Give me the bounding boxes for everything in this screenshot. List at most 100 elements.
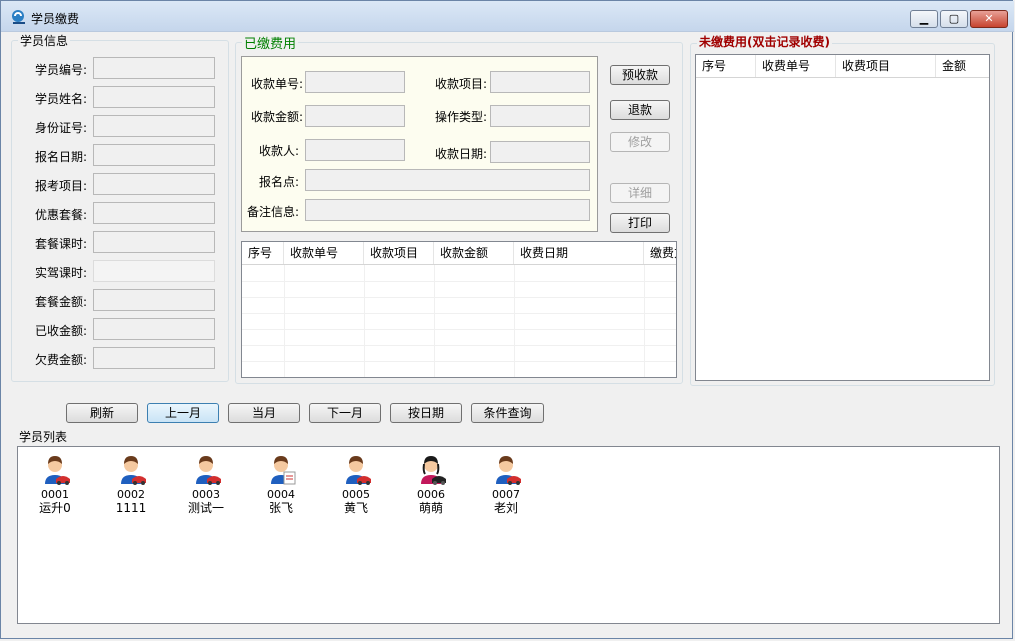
maximize-button[interactable]: ▢ <box>940 10 968 28</box>
student-info-title: 学员信息 <box>18 32 71 49</box>
table-column-line <box>644 265 645 377</box>
app-logo-icon <box>12 10 25 24</box>
student-field-input[interactable] <box>93 57 215 79</box>
student-field-input[interactable] <box>93 86 215 108</box>
student-list-panel[interactable]: 0001 运升0 0002 1111 0003 测试一 0004 张飞 0005 黄飞 0… <box>17 446 1000 624</box>
student-field-label: 套餐金额: <box>34 295 87 309</box>
date-field[interactable] <box>490 141 590 163</box>
query-button[interactable]: 条件查询 <box>471 403 544 423</box>
print-button[interactable]: 打印 <box>610 213 670 233</box>
student-name: 测试一 <box>187 501 224 515</box>
male-student-document-icon <box>265 453 297 485</box>
student-list-item[interactable]: 0003 测试一 <box>171 453 241 515</box>
receipt-no-field[interactable] <box>305 71 405 93</box>
unpaid-col-header[interactable]: 收费单号 <box>756 55 836 77</box>
student-id: 0004 <box>267 488 295 501</box>
site-field[interactable] <box>305 169 590 191</box>
male-student-car-icon <box>190 453 222 485</box>
paid-col-header[interactable]: 序号 <box>242 242 284 264</box>
student-id: 0006 <box>417 488 445 501</box>
student-name: 运升0 <box>39 501 71 515</box>
paid-col-header[interactable]: 收费日期 <box>514 242 644 264</box>
student-field-input[interactable] <box>93 318 215 340</box>
student-field-label: 身份证号: <box>34 121 87 135</box>
unpaid-col-header[interactable]: 金额 <box>936 55 989 77</box>
paid-col-header[interactable]: 收款金额 <box>434 242 514 264</box>
student-list-item[interactable]: 0001 运升0 <box>20 453 90 515</box>
prev-month-button[interactable]: 上一月 <box>147 403 219 423</box>
detail-button[interactable]: 详细 <box>610 183 670 203</box>
close-button[interactable]: ✕ <box>970 10 1008 28</box>
table-row <box>242 345 676 346</box>
item-field[interactable] <box>490 71 590 93</box>
student-list-item[interactable]: 0007 老刘 <box>471 453 541 515</box>
student-field-label: 优惠套餐: <box>34 208 87 222</box>
title-bar[interactable]: 学员缴费 ▁ ▢ ✕ <box>1 1 1014 32</box>
student-field-label: 已收金额: <box>34 324 87 338</box>
main-window: 学员缴费 ▁ ▢ ✕ 学员信息 学员编号: 学员姓名: 身份证号: 报名日期: 报考项目… <box>0 0 1014 639</box>
paid-fees-title: 已缴费用 <box>242 33 299 52</box>
payee-label: 收款人: <box>258 144 299 158</box>
student-field-input[interactable] <box>93 115 215 137</box>
remark-field[interactable] <box>305 199 590 221</box>
student-field-label: 学员编号: <box>34 63 87 77</box>
student-id: 0001 <box>41 488 69 501</box>
this-month-button[interactable]: 当月 <box>228 403 300 423</box>
table-column-line <box>514 265 515 377</box>
student-field-input[interactable] <box>93 144 215 166</box>
maximize-icon: ▢ <box>948 12 960 25</box>
table-row <box>242 329 676 330</box>
student-field-input[interactable] <box>93 260 215 282</box>
table-column-line <box>364 265 365 377</box>
paid-col-header[interactable]: 收款项目 <box>364 242 434 264</box>
student-field-label: 套餐课时: <box>34 237 87 251</box>
unpaid-col-header[interactable]: 收费项目 <box>836 55 936 77</box>
paid-col-header[interactable]: 收款单号 <box>284 242 364 264</box>
student-list-item[interactable]: 0005 黄飞 <box>321 453 391 515</box>
student-field-input[interactable] <box>93 231 215 253</box>
prepay-button[interactable]: 预收款 <box>610 65 670 85</box>
student-field-input[interactable] <box>93 173 215 195</box>
student-field-input[interactable] <box>93 202 215 224</box>
next-month-button[interactable]: 下一月 <box>309 403 381 423</box>
student-list-item[interactable]: 0002 1111 <box>96 453 166 515</box>
student-id: 0002 <box>117 488 145 501</box>
student-name: 黄飞 <box>343 501 368 515</box>
remark-label: 备注信息: <box>246 205 299 219</box>
receipt-no-label: 收款单号: <box>250 77 303 91</box>
refund-button[interactable]: 退款 <box>610 100 670 120</box>
minimize-icon: ▁ <box>919 12 929 25</box>
refresh-button[interactable]: 刷新 <box>66 403 138 423</box>
unpaid-fees-title: 未缴费用(双击记录收费) <box>697 33 832 50</box>
student-list-item[interactable]: 0004 张飞 <box>246 453 316 515</box>
minimize-button[interactable]: ▁ <box>910 10 938 28</box>
table-row <box>242 281 676 282</box>
student-list-title: 学员列表 <box>19 430 68 444</box>
op-type-label: 操作类型: <box>434 110 487 124</box>
modify-button[interactable]: 修改 <box>610 132 670 152</box>
paid-records-table[interactable]: 序号 收款单号 收款项目 收款金额 收费日期 缴费方 <box>241 241 677 378</box>
student-field-input[interactable] <box>93 289 215 311</box>
student-id: 0007 <box>492 488 520 501</box>
student-field-label: 报名日期: <box>34 150 87 164</box>
payee-field[interactable] <box>305 139 405 161</box>
op-type-field[interactable] <box>490 105 590 127</box>
date-label: 收款日期: <box>434 147 487 161</box>
student-field-label: 学员姓名: <box>34 92 87 106</box>
unpaid-records-table[interactable]: 序号 收费单号 收费项目 金额 <box>695 54 990 381</box>
student-name: 萌萌 <box>418 501 443 515</box>
student-list-item[interactable]: 0006 萌萌 <box>396 453 466 515</box>
student-field-input[interactable] <box>93 347 215 369</box>
student-id: 0003 <box>192 488 220 501</box>
student-field-label: 实驾课时: <box>34 266 87 280</box>
site-label: 报名点: <box>258 175 299 189</box>
student-name: 张飞 <box>268 501 293 515</box>
student-name: 1111 <box>115 501 147 515</box>
male-student-car-icon <box>39 453 71 485</box>
amount-label: 收款金额: <box>250 110 303 124</box>
paid-col-header[interactable]: 缴费方 <box>644 242 676 264</box>
item-label: 收款项目: <box>434 77 487 91</box>
unpaid-col-header[interactable]: 序号 <box>696 55 756 77</box>
amount-field[interactable] <box>305 105 405 127</box>
by-date-button[interactable]: 按日期 <box>390 403 462 423</box>
